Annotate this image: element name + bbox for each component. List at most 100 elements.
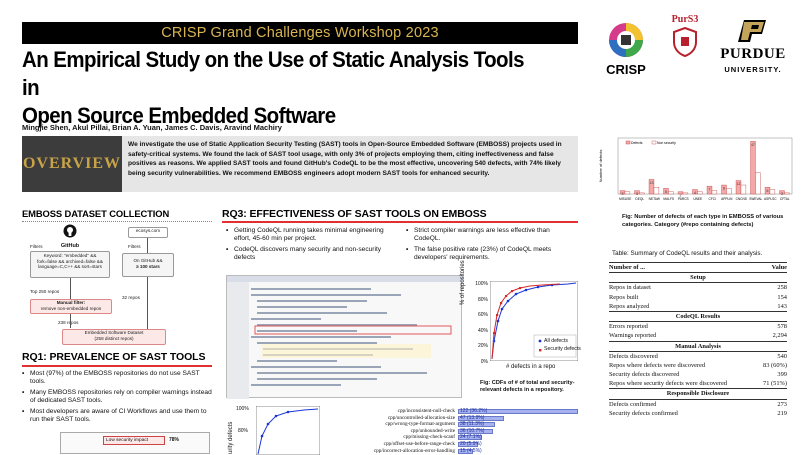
cwe-value: 20 (5.9%) bbox=[460, 441, 482, 447]
filters-label-2: Filters bbox=[128, 244, 141, 249]
editor-sidebar bbox=[227, 282, 249, 399]
github-label: GitHub bbox=[60, 243, 80, 249]
cwe-row: cpp/wrong-type-format-argument 38 (11.3%) bbox=[330, 421, 582, 428]
ecosys-box: ecosys.com bbox=[128, 227, 168, 238]
table-cell: Repos analyzed bbox=[609, 302, 650, 310]
table-section-title: Responsible Disclosure bbox=[666, 390, 730, 398]
bar-value-label: 5 bbox=[665, 190, 667, 194]
bar-value-label: 8 bbox=[723, 187, 725, 191]
cdf-ytick: 0% bbox=[480, 358, 488, 365]
table-cell: 71 (51%) bbox=[763, 380, 787, 388]
table-row: Security defects discovered 399 bbox=[609, 370, 787, 379]
legend-label: Non security bbox=[657, 141, 676, 145]
x-tick-label: CNCNS bbox=[736, 197, 747, 201]
table-cell: Warnings reported bbox=[609, 332, 657, 340]
title-line-1: An Empirical Study on the Use of Static … bbox=[22, 47, 524, 100]
table-row: Repos analyzed 143 bbox=[609, 302, 787, 311]
table-section-title: CodeQL Results bbox=[675, 312, 721, 320]
table-cell: Defects discovered bbox=[609, 352, 658, 360]
workshop-title: CRISP Grand Challenges Workshop 2023 bbox=[161, 25, 439, 41]
table-row: Repos where security defects were discov… bbox=[609, 379, 787, 388]
impact-label: Low security impact bbox=[103, 436, 165, 445]
table-col-1: Number of ... bbox=[609, 264, 645, 271]
cdf-yticks: 100% 80% 60% 40% 20% 0% bbox=[474, 277, 488, 371]
x-tick-label: CFTAL bbox=[780, 197, 790, 201]
ecosys-filter-box: On GitHub && ≥ 100 stars bbox=[122, 253, 174, 277]
table-cell: Repos in dataset bbox=[609, 284, 651, 292]
rq3-heading: RQ3: EFFECTIVENESS OF SAST TOOLS ON EMBO… bbox=[222, 208, 487, 220]
table-section-title: Manual Analysis bbox=[675, 342, 721, 350]
cwe-row: cpp/unbounded-write 36 (10.7%) bbox=[330, 428, 582, 435]
x-tick-label: CFCI bbox=[709, 197, 717, 201]
cwe-value: 36 (10.7%) bbox=[460, 427, 485, 434]
table-row: Defects discovered 540 bbox=[609, 352, 787, 361]
cwe-label: cpp/inconsistent-null-check bbox=[397, 408, 455, 414]
sec-ylabel: urity defects bbox=[228, 421, 234, 454]
crisp-logo: CRISP bbox=[597, 20, 655, 82]
repos-238-label: 238 repos bbox=[58, 320, 79, 325]
cwe-label: cpp/offset-use-before-range-check bbox=[383, 441, 455, 447]
rq1-bullet: Many EMBOSS repositories rely on compile… bbox=[22, 389, 214, 406]
plot-frame bbox=[617, 137, 793, 195]
x-tick-label: SWEVAL bbox=[749, 197, 762, 201]
authors: Mingjie Shen, Akul Pillai, Brian A. Yuan… bbox=[22, 123, 282, 132]
cwe-row: cpp/offset-use-before-range-check 20 (5.9… bbox=[330, 441, 582, 448]
rq3-bullets-left: Getting CodeQL running takes minimal eng… bbox=[226, 227, 398, 265]
top-repos-label: Top 250 repos bbox=[30, 289, 60, 294]
workshop-banner: CRISP Grand Challenges Workshop 2023 bbox=[22, 22, 578, 44]
table-row: Repos built 154 bbox=[609, 293, 787, 302]
filters-label-1: Filters bbox=[30, 244, 43, 249]
manual-filter-text: remove non-embedded repos bbox=[40, 305, 102, 311]
cwe-value: 38 (11.3%) bbox=[460, 421, 485, 428]
bar-non-security bbox=[755, 172, 761, 195]
bar-non-security bbox=[769, 189, 776, 195]
x-tick-label: DEQL bbox=[635, 197, 644, 201]
cdf-ytick: 40% bbox=[477, 327, 488, 334]
arrow-4 bbox=[147, 277, 148, 329]
table-cell: Security defects confirmed bbox=[609, 409, 678, 417]
cwe-row: cpp/incorrect-allocation-error-handling 1… bbox=[330, 448, 582, 455]
bar-non-security bbox=[697, 191, 703, 195]
bar-non-security bbox=[682, 192, 689, 195]
bar-value-label: 12 bbox=[737, 182, 741, 186]
purs3-logo: PurS3 bbox=[664, 14, 706, 66]
rq1-underline bbox=[22, 365, 212, 367]
results-table: Number of ... Value Setup Repos in datas… bbox=[609, 262, 787, 418]
table-cell: Repos built bbox=[609, 293, 639, 301]
x-tick-label: PARCS bbox=[678, 197, 689, 201]
bar-defects bbox=[750, 141, 756, 195]
purdue-wordmark: PURDUE bbox=[720, 46, 786, 62]
cwe-label: cpp/incorrect-allocation-error-handling bbox=[373, 447, 455, 454]
legend-swatch bbox=[625, 140, 631, 145]
cdf-ylabel: % of repositories bbox=[460, 260, 466, 305]
table-cell: Repos where defects were discovered bbox=[609, 361, 706, 369]
cwe-value: 15 (4.5%) bbox=[460, 447, 482, 454]
manual-filter-box: Manual filter: remove non-embedded repos bbox=[30, 299, 112, 314]
arrow-3 bbox=[147, 238, 148, 253]
sec-ytick-2: 80% bbox=[238, 428, 249, 434]
crisp-wordmark: CRISP bbox=[606, 62, 646, 77]
table-cell: 83 (60%) bbox=[763, 361, 787, 369]
rq1-heading: RQ1: PREVALENCE OF SAST TOOLS bbox=[22, 351, 206, 363]
table-cell: 219 bbox=[777, 409, 787, 417]
purdue-logo: PURDUE UNIVERSITY. bbox=[712, 18, 794, 82]
x-tick-label: MALFS bbox=[663, 197, 674, 201]
sec-plot bbox=[256, 406, 320, 455]
cdf-chart: % of repositories 100% 80% 60% 40% 20% 0… bbox=[460, 260, 582, 375]
github-block: GitHub bbox=[48, 224, 92, 249]
table-cell: 578 bbox=[777, 323, 787, 331]
cdf-caption: Fig: CDFs of # of total and security-rel… bbox=[480, 380, 575, 393]
cdf-ytick: 20% bbox=[477, 343, 488, 350]
github-query-box: Keyword: "embedded" && fork=false && arc… bbox=[30, 251, 110, 278]
rq3-underline bbox=[222, 221, 578, 223]
bar-value-label: 4 bbox=[694, 191, 696, 195]
legend-label: Defects bbox=[631, 141, 643, 145]
rq3-bullet: The false positive rate (23%) of CodeQL … bbox=[406, 246, 576, 263]
bar-value-label: 13 bbox=[650, 181, 654, 185]
purs3-wordmark: PurS3 bbox=[671, 14, 699, 25]
final-dataset-line-2: (258 distinct repos) bbox=[94, 335, 134, 341]
security-cdf-fragment: urity defects 100% 80% bbox=[226, 404, 322, 455]
rq3-bullet: Strict compiler warnings are less effect… bbox=[406, 227, 576, 244]
cdf-legend-sec: Security defects bbox=[544, 346, 581, 352]
table-cell: 154 bbox=[777, 293, 787, 301]
